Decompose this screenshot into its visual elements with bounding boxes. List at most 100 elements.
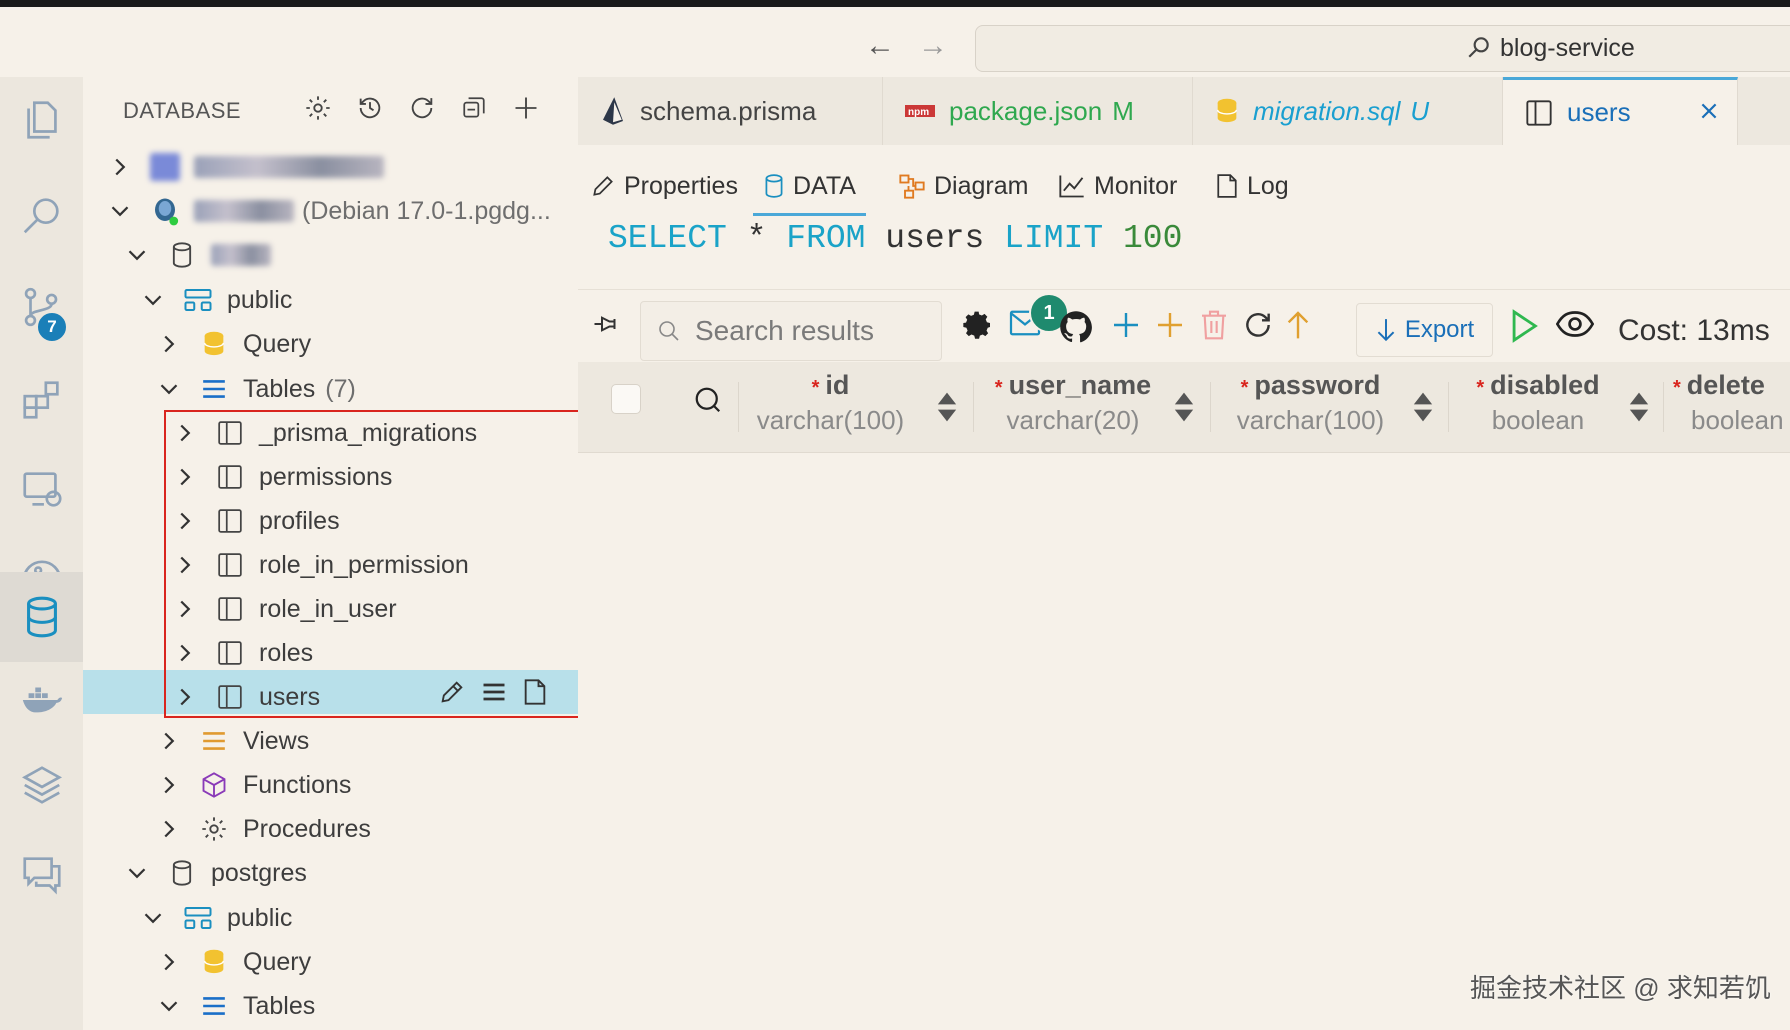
sql-table: users [885, 220, 985, 257]
tables-count: (7) [325, 374, 356, 403]
run-icon[interactable] [1508, 309, 1540, 343]
sort-icon[interactable] [1628, 390, 1650, 429]
tree-views[interactable]: Views [157, 720, 309, 762]
command-center[interactable]: blog-service [975, 25, 1790, 72]
list-icon [199, 991, 229, 1021]
eye-icon[interactable] [1556, 309, 1594, 339]
editor-tabs: schema.prisma npm package.json M migrati… [578, 77, 1790, 145]
layers-icon[interactable] [0, 745, 83, 825]
column-header-id[interactable]: * id varchar(100) [748, 370, 913, 446]
column-header-password[interactable]: * password varchar(100) [1218, 370, 1403, 446]
tree-tables-group[interactable]: Tables (7) [157, 368, 356, 410]
tab-data[interactable]: DATA [753, 159, 866, 216]
sql-keyword: LIMIT [1004, 220, 1104, 257]
tab-label: users [1567, 97, 1631, 127]
tab-label: package.json [949, 95, 1103, 126]
add-column-icon[interactable] [1154, 309, 1186, 341]
github-icon[interactable] [1058, 309, 1094, 345]
tree-tables-group-2[interactable]: Tables [157, 985, 315, 1027]
chevron-down-icon [157, 382, 181, 396]
query-icon [199, 329, 229, 359]
column-header-user-name[interactable]: * user_name varchar(20) [983, 370, 1163, 446]
modified-badge: M [1112, 95, 1134, 126]
tab-label: Properties [624, 171, 738, 200]
cube-icon [199, 770, 229, 800]
tree-query[interactable]: Query [157, 323, 311, 365]
tree-procedures[interactable]: Procedures [157, 808, 371, 850]
extensions-icon[interactable] [0, 360, 83, 440]
sort-icon[interactable] [936, 390, 958, 429]
svg-text:npm: npm [908, 107, 929, 118]
export-button[interactable]: Export [1356, 303, 1493, 357]
select-all-checkbox[interactable] [611, 384, 641, 414]
tree-connection-1[interactable] [108, 146, 384, 188]
history-icon[interactable] [355, 93, 385, 123]
chevron-down-icon [108, 204, 132, 218]
remote-explorer-icon[interactable] [0, 449, 83, 529]
chevron-down-icon [157, 999, 181, 1013]
npm-icon: npm [905, 104, 935, 118]
sidebar-title: DATABASE [123, 98, 242, 123]
source-control-icon[interactable]: 7 [0, 267, 83, 347]
arrow-up-icon[interactable] [1284, 309, 1312, 341]
tab-properties[interactable]: Properties [590, 159, 738, 213]
redacted-host [194, 200, 294, 222]
column-divider [1448, 382, 1449, 432]
search-icon [659, 321, 679, 341]
sort-icon[interactable] [1412, 390, 1434, 429]
back-arrow-icon[interactable]: ← [865, 29, 895, 63]
delete-icon[interactable] [1199, 309, 1229, 341]
search-input[interactable]: Search results [640, 301, 942, 361]
window-top-edge [0, 0, 1790, 7]
query-label: Query [243, 329, 312, 358]
add-row-icon[interactable] [1110, 309, 1142, 341]
redacted-connection-name [194, 156, 384, 178]
add-connection-icon[interactable] [511, 93, 541, 123]
tab-package-json[interactable]: npm package.json M [883, 77, 1193, 145]
sql-query-editor[interactable]: SELECT * FROM users LIMIT 100 [608, 220, 1182, 257]
tree-functions[interactable]: Functions [157, 764, 351, 806]
query-label: Query [243, 947, 312, 976]
tree-connection-2[interactable]: (Debian 17.0-1.pgdg... [108, 190, 551, 232]
tab-monitor[interactable]: Monitor [1058, 159, 1177, 213]
comments-icon[interactable] [0, 834, 83, 914]
column-header-disabled[interactable]: * disabled boolean [1458, 370, 1618, 446]
refresh-icon[interactable] [1242, 309, 1274, 341]
list-icon [199, 726, 229, 756]
pin-icon[interactable] [592, 309, 622, 339]
title-bar: ← → blog-service [0, 7, 1790, 77]
chevron-right-icon [157, 731, 181, 751]
sql-number: 100 [1122, 220, 1183, 257]
arrow-down-icon [1377, 319, 1395, 342]
settings-icon[interactable] [962, 309, 994, 341]
tab-users[interactable]: users [1503, 77, 1738, 145]
collapse-all-icon[interactable] [459, 93, 489, 123]
docker-icon[interactable] [0, 659, 83, 739]
database-icon[interactable] [0, 572, 83, 662]
forward-arrow-icon[interactable]: → [918, 29, 948, 63]
command-center-text: blog-service [1500, 34, 1635, 62]
explorer-icon[interactable] [0, 80, 83, 160]
filter-search-icon[interactable] [693, 385, 723, 420]
tree-schema-public[interactable]: public [141, 279, 292, 321]
close-icon[interactable] [1698, 98, 1720, 129]
search-icon[interactable] [0, 175, 83, 255]
untracked-badge: U [1410, 95, 1430, 126]
diagram-icon [898, 173, 926, 199]
tab-log[interactable]: Log [1215, 159, 1289, 213]
tree-query-2[interactable]: Query [157, 941, 311, 983]
tab-diagram[interactable]: Diagram [898, 159, 1028, 213]
sort-icon[interactable] [1173, 390, 1195, 429]
refresh-icon[interactable] [407, 93, 437, 123]
views-label: Views [243, 726, 310, 755]
column-header-delete[interactable]: * delete boolean [1673, 370, 1790, 446]
tab-migration-sql[interactable]: migration.sql U [1193, 77, 1503, 145]
gear-icon [199, 814, 229, 844]
tree-schema-public-2[interactable]: public [141, 897, 292, 939]
schema-label: public [227, 285, 293, 314]
tree-database-postgres[interactable]: postgres [125, 852, 307, 894]
chevron-right-icon [157, 952, 181, 972]
tree-database-1[interactable] [125, 234, 271, 276]
tab-schema-prisma[interactable]: schema.prisma [578, 77, 883, 145]
settings-icon[interactable] [303, 93, 333, 123]
